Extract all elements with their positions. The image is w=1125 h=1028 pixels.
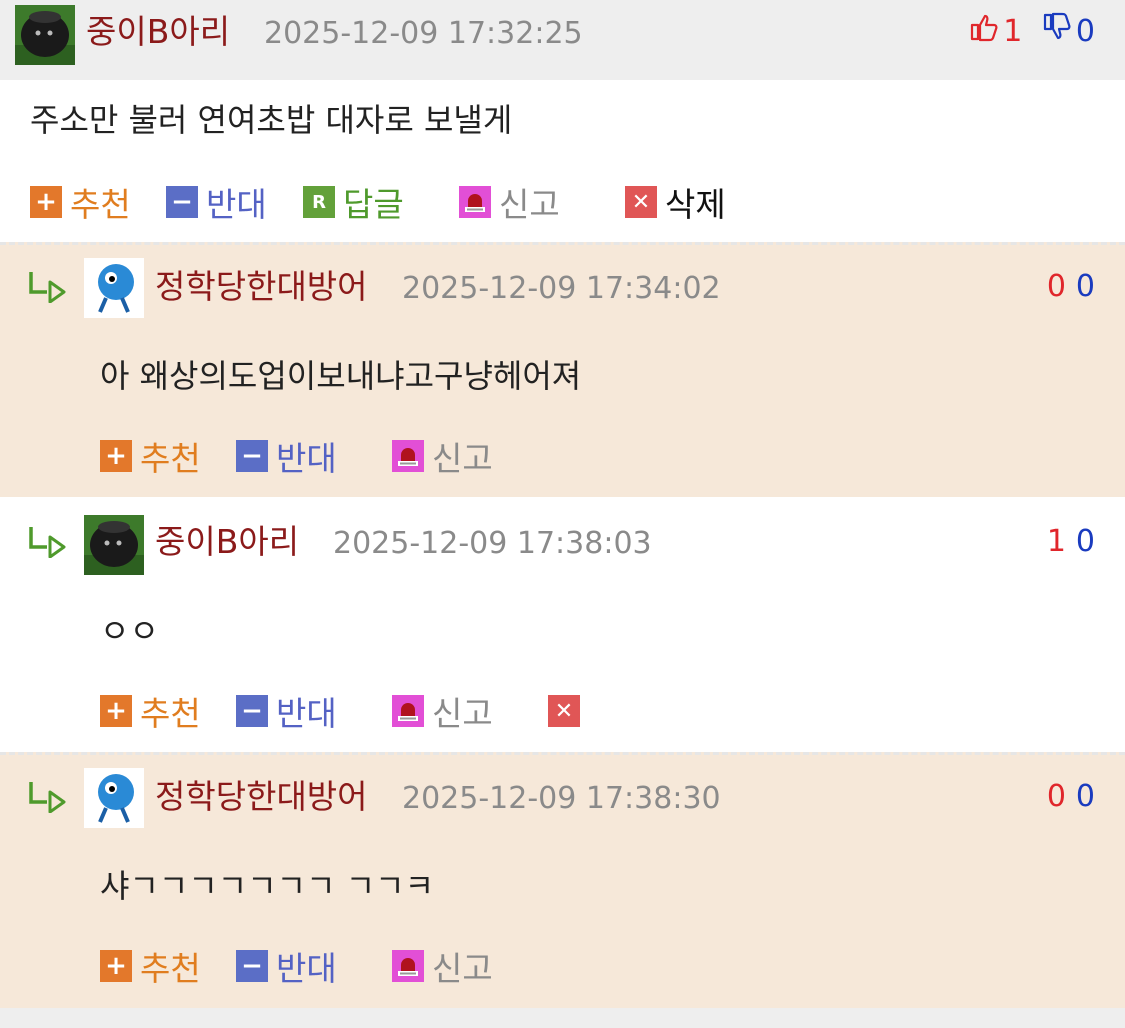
report-label: 신고 xyxy=(432,439,493,478)
close-x-icon: ✕ xyxy=(625,186,657,218)
divider xyxy=(0,242,1125,245)
siren-icon xyxy=(459,186,491,218)
reply-label: 답글 xyxy=(343,185,404,224)
comment-timestamp: 2025-12-09 17:34:02 xyxy=(402,271,721,306)
avatar-blob[interactable] xyxy=(84,515,144,575)
oppose-button[interactable]: − 반대 xyxy=(236,434,337,478)
divider xyxy=(0,752,1125,755)
report-button[interactable]: 신고 xyxy=(459,180,560,224)
report-button[interactable]: 신고 xyxy=(392,944,493,988)
oppose-label: 반대 xyxy=(276,439,337,478)
upvote-count: 1 xyxy=(1003,14,1023,49)
recommend-label: 추천 xyxy=(140,694,201,733)
oppose-label: 반대 xyxy=(276,949,337,988)
comment-timestamp: 2025-12-09 17:38:30 xyxy=(402,781,721,816)
downvote-count: 0 xyxy=(1075,14,1095,49)
delete-label: 삭제 xyxy=(665,185,726,224)
comment-text: 주소만 불러 연여초밥 대자로 보낼게 xyxy=(30,101,513,139)
comment-text: 아 왜상의도업이보내냐고구냥헤어져 xyxy=(100,357,582,395)
recommend-label: 추천 xyxy=(70,185,131,224)
recommend-button[interactable]: + 추천 xyxy=(100,434,201,478)
oppose-label: 반대 xyxy=(276,694,337,733)
report-label: 신고 xyxy=(432,949,493,988)
avatar-blue-character[interactable] xyxy=(84,258,144,318)
siren-icon xyxy=(392,950,424,982)
reply-item: 정학당한대방어 2025-12-09 17:34:02 00 아 왜상의도업이보… xyxy=(0,242,1125,497)
minus-icon: − xyxy=(236,440,268,472)
upvote-count: 1 xyxy=(1046,524,1066,559)
footer-bar xyxy=(0,1008,1125,1028)
vote-counts: 1 0 xyxy=(969,12,1095,53)
minus-icon: − xyxy=(166,186,198,218)
vote-counts: 00 xyxy=(1047,267,1095,307)
oppose-button[interactable]: − 반대 xyxy=(236,944,337,988)
recommend-button[interactable]: + 추천 xyxy=(100,689,201,733)
siren-icon xyxy=(392,695,424,727)
minus-icon: − xyxy=(236,950,268,982)
minus-icon: − xyxy=(236,695,268,727)
recommend-button[interactable]: + 추천 xyxy=(30,180,131,224)
reply-arrow-icon xyxy=(28,524,68,559)
delete-button[interactable]: ✕ 삭제 xyxy=(625,180,726,224)
upvote-count: 0 xyxy=(1046,269,1066,304)
recommend-button[interactable]: + 추천 xyxy=(100,944,201,988)
report-label: 신고 xyxy=(432,694,493,733)
recommend-label: 추천 xyxy=(140,949,201,988)
author-name[interactable]: 정학당한대방어 xyxy=(155,267,368,307)
oppose-button[interactable]: − 반대 xyxy=(236,689,337,733)
downvote-count: 0 xyxy=(1075,269,1095,304)
report-label: 신고 xyxy=(499,185,560,224)
reply-arrow-icon xyxy=(28,269,68,304)
oppose-button[interactable]: − 반대 xyxy=(166,180,267,224)
upvote-count: 0 xyxy=(1046,779,1066,814)
comment-timestamp: 2025-12-09 17:32:25 xyxy=(264,16,583,51)
reply-r-icon: R xyxy=(303,186,335,218)
author-name[interactable]: 중이B아리 xyxy=(86,12,230,52)
reply-button[interactable]: R 답글 xyxy=(303,180,404,224)
reply-item: 정학당한대방어 2025-12-09 17:38:30 00 샤ㄱㄱㄱㄱㄱㄱㄱ … xyxy=(0,752,1125,1008)
vote-counts: 10 xyxy=(1047,522,1095,562)
siren-icon xyxy=(392,440,424,472)
comment-actions: + 추천 − 반대 신고 ✕ xyxy=(100,689,700,733)
reply-arrow-icon xyxy=(28,779,68,814)
recommend-label: 추천 xyxy=(140,439,201,478)
delete-button[interactable]: ✕ xyxy=(548,689,588,733)
plus-icon: + xyxy=(100,950,132,982)
vote-counts: 00 xyxy=(1047,777,1095,817)
oppose-label: 반대 xyxy=(206,185,267,224)
plus-icon: + xyxy=(100,695,132,727)
comment-text: 샤ㄱㄱㄱㄱㄱㄱㄱ ㄱㄱㅋ xyxy=(100,867,435,905)
plus-icon: + xyxy=(100,440,132,472)
author-name[interactable]: 정학당한대방어 xyxy=(155,777,368,817)
thumbs-down-icon[interactable] xyxy=(1042,12,1072,53)
report-button[interactable]: 신고 xyxy=(392,689,493,733)
comment-actions: + 추천 − 반대 신고 xyxy=(100,944,700,988)
avatar-blob[interactable] xyxy=(15,5,75,65)
report-button[interactable]: 신고 xyxy=(392,434,493,478)
avatar-blue-character[interactable] xyxy=(84,768,144,828)
comment-actions: + 추천 − 반대 신고 xyxy=(100,434,700,478)
downvote-count: 0 xyxy=(1075,524,1095,559)
comment-timestamp: 2025-12-09 17:38:03 xyxy=(333,526,652,561)
close-x-icon: ✕ xyxy=(548,695,580,727)
comment-header: 중이B아리 2025-12-09 17:32:25 1 0 xyxy=(0,0,1125,80)
reply-item: 중이B아리 2025-12-09 17:38:03 10 ㅇㅇ + 추천 − 반… xyxy=(0,497,1125,752)
plus-icon: + xyxy=(30,186,62,218)
thumbs-up-icon[interactable] xyxy=(969,12,999,53)
comment-text: ㅇㅇ xyxy=(100,612,159,650)
comment-actions: + 추천 − 반대 R 답글 신고 ✕ 삭제 xyxy=(30,180,1030,224)
author-name[interactable]: 중이B아리 xyxy=(155,522,299,562)
downvote-count: 0 xyxy=(1075,779,1095,814)
